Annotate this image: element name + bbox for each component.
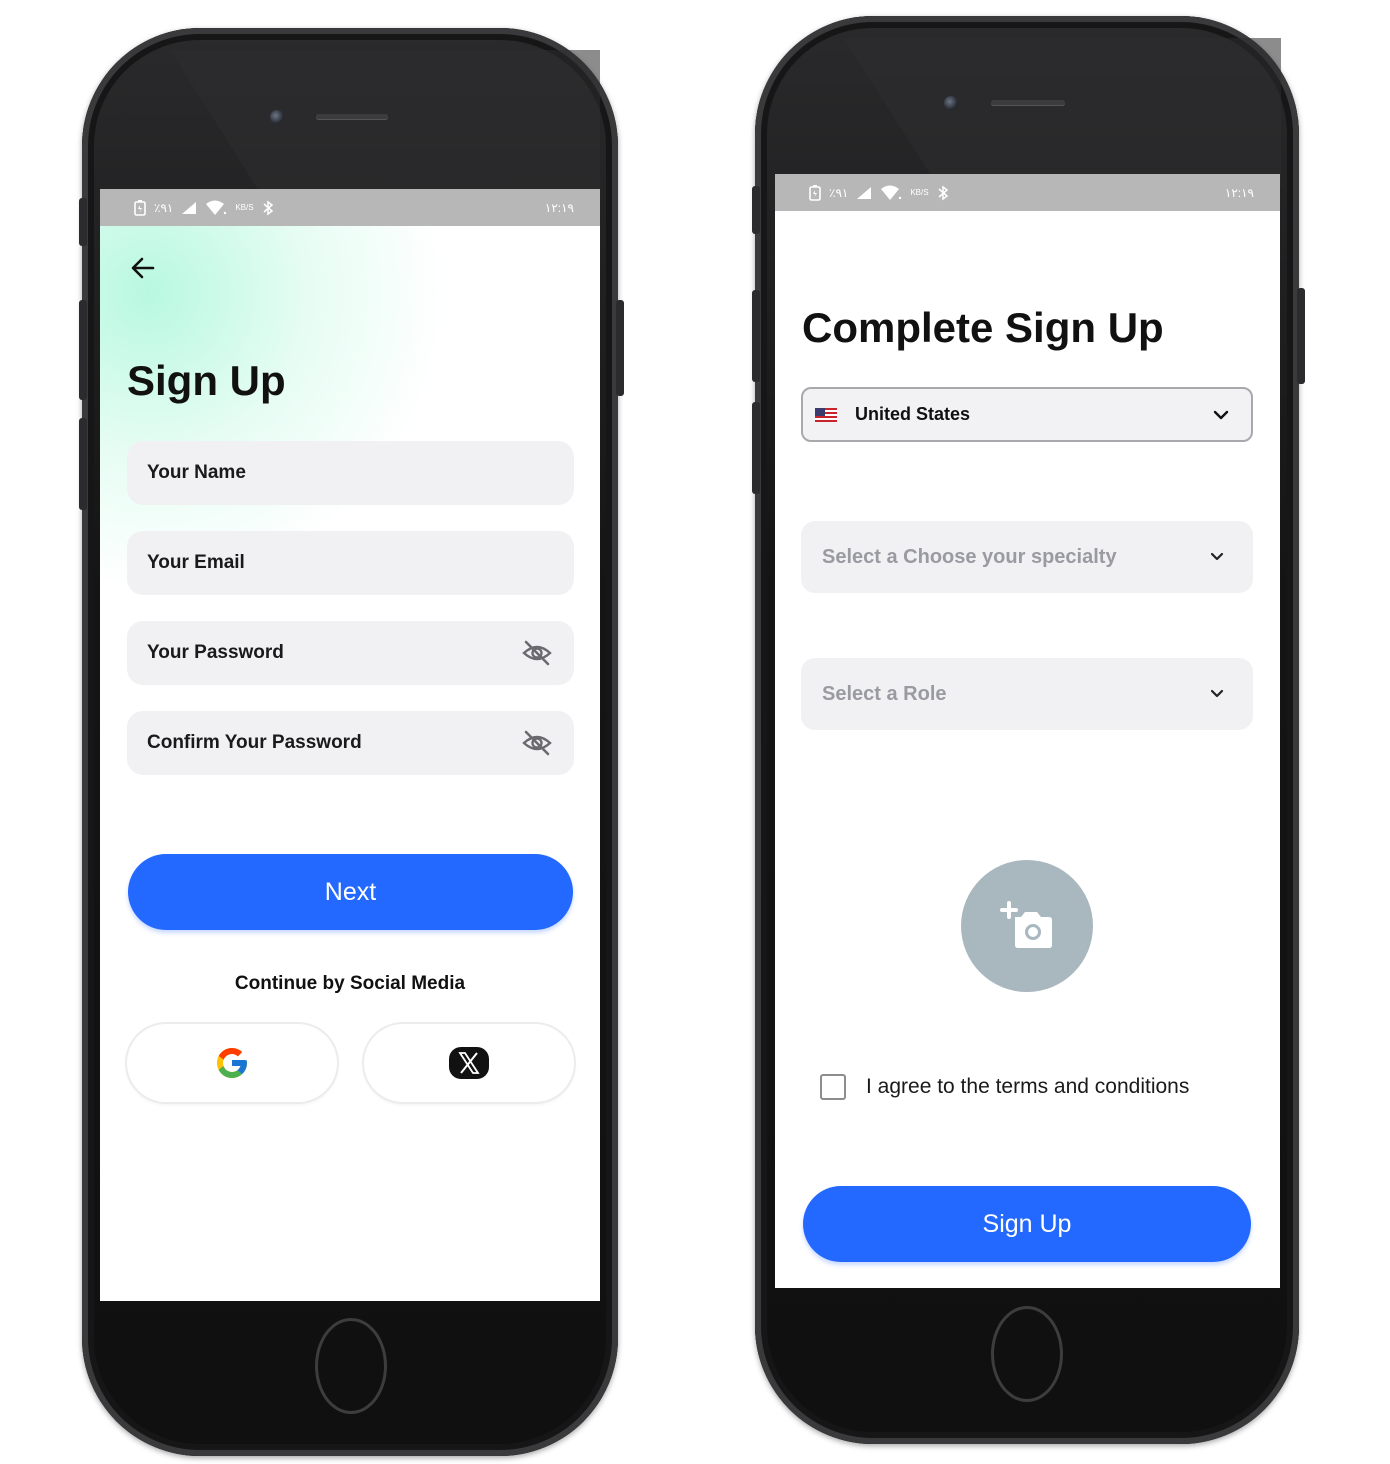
status-time: ۱۲:۱۹ xyxy=(544,200,574,215)
chevron-down-icon xyxy=(1210,552,1224,561)
terms-agreement: I agree to the terms and conditions xyxy=(820,1074,1189,1100)
chevron-down-icon xyxy=(1210,689,1224,698)
status-bar: ٪۹۱ KB/S ۱۲:۱۹ xyxy=(100,189,600,226)
confirm-password-field[interactable]: Confirm Your Password xyxy=(127,711,574,775)
role-select-placeholder: Select a Role xyxy=(822,682,947,705)
page-title: Sign Up xyxy=(127,357,286,404)
earpiece-speaker xyxy=(316,114,388,119)
power-button xyxy=(1297,288,1305,384)
email-field-label: Your Email xyxy=(147,552,245,573)
next-button[interactable]: Next xyxy=(128,854,573,930)
volume-up-button xyxy=(79,300,87,400)
wifi-icon xyxy=(206,200,227,215)
volume-up-button xyxy=(752,290,760,382)
back-arrow-icon[interactable] xyxy=(128,253,158,283)
glare xyxy=(170,50,600,200)
mute-switch xyxy=(79,198,87,246)
mute-switch xyxy=(752,186,760,234)
status-bar: ٪۹۱ KB/S ۱۲:۱۹ xyxy=(775,174,1280,211)
battery-icon xyxy=(134,199,146,216)
status-time: ۱۲:۱۹ xyxy=(1224,185,1254,200)
home-button[interactable] xyxy=(991,1306,1063,1402)
password-field-label: Your Password xyxy=(147,642,284,663)
terms-label: I agree to the terms and conditions xyxy=(866,1075,1190,1098)
google-signin-button[interactable] xyxy=(127,1024,337,1102)
volume-down-button xyxy=(752,402,760,494)
specialty-select-placeholder: Select a Choose your specialty xyxy=(822,545,1117,568)
email-field[interactable]: Your Email xyxy=(127,531,574,595)
x-icon xyxy=(449,1047,489,1079)
bluetooth-icon xyxy=(263,200,273,215)
power-button xyxy=(616,300,624,396)
volume-down-button xyxy=(79,418,87,510)
name-field[interactable]: Your Name xyxy=(127,441,574,505)
add-photo-camera-icon xyxy=(1000,901,1052,948)
terms-checkbox[interactable] xyxy=(820,1074,846,1100)
page-title: Complete Sign Up xyxy=(802,304,1164,351)
signup-screen: ٪۹۱ KB/S ۱۲:۱۹ Sign Up Your Name Your Em… xyxy=(100,189,600,1301)
social-media-title: Continue by Social Media xyxy=(234,973,466,994)
confirm-password-field-label: Confirm Your Password xyxy=(147,732,362,753)
password-field[interactable]: Your Password xyxy=(127,621,574,685)
battery-percent: ٪۹۱ xyxy=(154,200,174,215)
front-camera xyxy=(944,96,958,110)
front-camera xyxy=(270,110,284,124)
battery-icon xyxy=(809,184,821,201)
complete-signup-screen: ٪۹۱ KB/S ۱۲:۱۹ Complete Sign Up United S… xyxy=(775,174,1280,1288)
specialty-select[interactable]: Select a Choose your specialty xyxy=(801,521,1253,593)
country-select[interactable]: United States xyxy=(801,387,1253,442)
role-select[interactable]: Select a Role xyxy=(801,658,1253,730)
network-speed: KB/S xyxy=(235,203,254,212)
eye-off-icon[interactable] xyxy=(522,638,552,668)
earpiece-speaker xyxy=(991,100,1065,105)
home-button[interactable] xyxy=(315,1318,387,1414)
name-field-label: Your Name xyxy=(147,462,246,483)
network-speed: KB/S xyxy=(910,188,929,197)
battery-percent: ٪۹۱ xyxy=(829,185,849,200)
glare xyxy=(843,38,1281,188)
eye-off-icon[interactable] xyxy=(522,728,552,758)
google-icon xyxy=(217,1048,247,1078)
bluetooth-icon xyxy=(938,185,948,200)
profile-photo-picker[interactable] xyxy=(961,860,1093,992)
wifi-icon xyxy=(881,185,902,200)
country-select-value: United States xyxy=(855,404,971,424)
signal-icon xyxy=(857,186,872,199)
signal-icon xyxy=(182,201,197,214)
sign-up-button[interactable]: Sign Up xyxy=(803,1186,1251,1262)
us-flag-icon xyxy=(815,407,837,422)
x-signin-button[interactable] xyxy=(364,1024,574,1102)
chevron-down-icon xyxy=(1213,410,1229,419)
